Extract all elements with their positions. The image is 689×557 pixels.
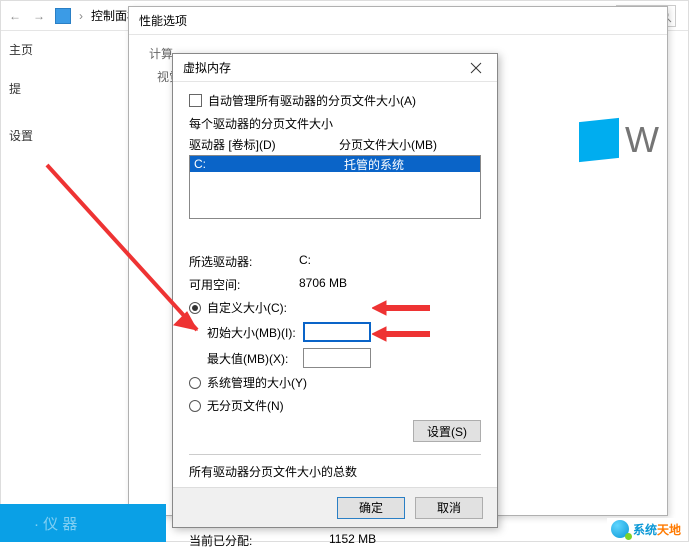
windows-logo-icon (579, 118, 619, 162)
taskbar (0, 504, 166, 542)
auto-manage-checkbox[interactable] (189, 94, 202, 107)
close-icon (470, 62, 482, 74)
dialog-footer: 确定 取消 (173, 487, 497, 527)
radio-custom-label: 自定义大小(C): (207, 299, 287, 316)
taskbar-text: · 仪 器 (34, 513, 77, 534)
virtual-memory-dialog: 虚拟内存 自动管理所有驱动器的分页文件大小(A) 每个驱动器的分页文件大小 驱动… (172, 53, 498, 528)
drive-paging: 托管的系统 (344, 156, 404, 173)
forward-icon[interactable]: → (31, 8, 47, 24)
close-button[interactable] (461, 58, 491, 78)
watermark-icon (611, 520, 629, 538)
group-label: 每个驱动器的分页文件大小 (189, 115, 481, 132)
col-drive: 驱动器 [卷标](D) (189, 136, 339, 153)
breadcrumb-sep: › (79, 9, 83, 23)
windows-logo-text: W (625, 119, 659, 161)
initial-size-input[interactable] (303, 322, 371, 342)
max-size-label: 最大值(MB)(X): (207, 350, 303, 367)
auto-manage-label: 自动管理所有驱动器的分页文件大小(A) (208, 92, 416, 109)
titlebar: 虚拟内存 (173, 54, 497, 82)
selected-drive-value: C: (299, 253, 311, 270)
ok-button[interactable]: 确定 (337, 497, 405, 519)
max-size-input[interactable] (303, 348, 371, 368)
sidebar-item-settings[interactable]: 设置 (9, 127, 118, 144)
title-text: 虚拟内存 (183, 59, 231, 76)
totals-label: 所有驱动器分页文件大小的总数 (189, 463, 481, 480)
radio-system-label: 系统管理的大小(Y) (207, 374, 307, 391)
free-space-value: 8706 MB (299, 276, 347, 293)
drive-list[interactable]: C: 托管的系统 (189, 155, 481, 219)
radio-system-managed[interactable] (189, 377, 201, 389)
control-panel-icon (55, 8, 71, 24)
set-button[interactable]: 设置(S) (413, 420, 481, 442)
radio-no-paging[interactable] (189, 400, 201, 412)
drive-list-header: 驱动器 [卷标](D) 分页文件大小(MB) (189, 136, 481, 153)
cancel-button[interactable]: 取消 (415, 497, 483, 519)
free-space-label: 可用空间: (189, 276, 299, 293)
divider (189, 454, 481, 455)
back-icon[interactable]: ← (7, 8, 23, 24)
currently-allocated-label: 当前已分配: (189, 532, 329, 549)
selected-drive-label: 所选驱动器: (189, 253, 299, 270)
col-paging: 分页文件大小(MB) (339, 136, 437, 153)
radio-custom-size[interactable] (189, 302, 201, 314)
sidebar-item-home[interactable]: 主页 (9, 41, 118, 58)
title-text: 性能选项 (139, 12, 187, 29)
drive-letter: C: (194, 157, 344, 171)
sidebar-item[interactable]: 提 (9, 80, 118, 97)
dialog-title: 性能选项 (129, 7, 667, 35)
radio-none-label: 无分页文件(N) (207, 397, 284, 414)
initial-size-label: 初始大小(MB)(I): (207, 324, 303, 341)
watermark-text: 系统天地 (633, 521, 681, 538)
drive-row-c[interactable]: C: 托管的系统 (190, 156, 480, 172)
sidebar: 主页 提 设置 (1, 31, 126, 511)
windows-logo: W (579, 100, 689, 180)
watermark: 系统天地 (607, 518, 685, 540)
currently-allocated-value: 1152 MB (329, 532, 376, 549)
